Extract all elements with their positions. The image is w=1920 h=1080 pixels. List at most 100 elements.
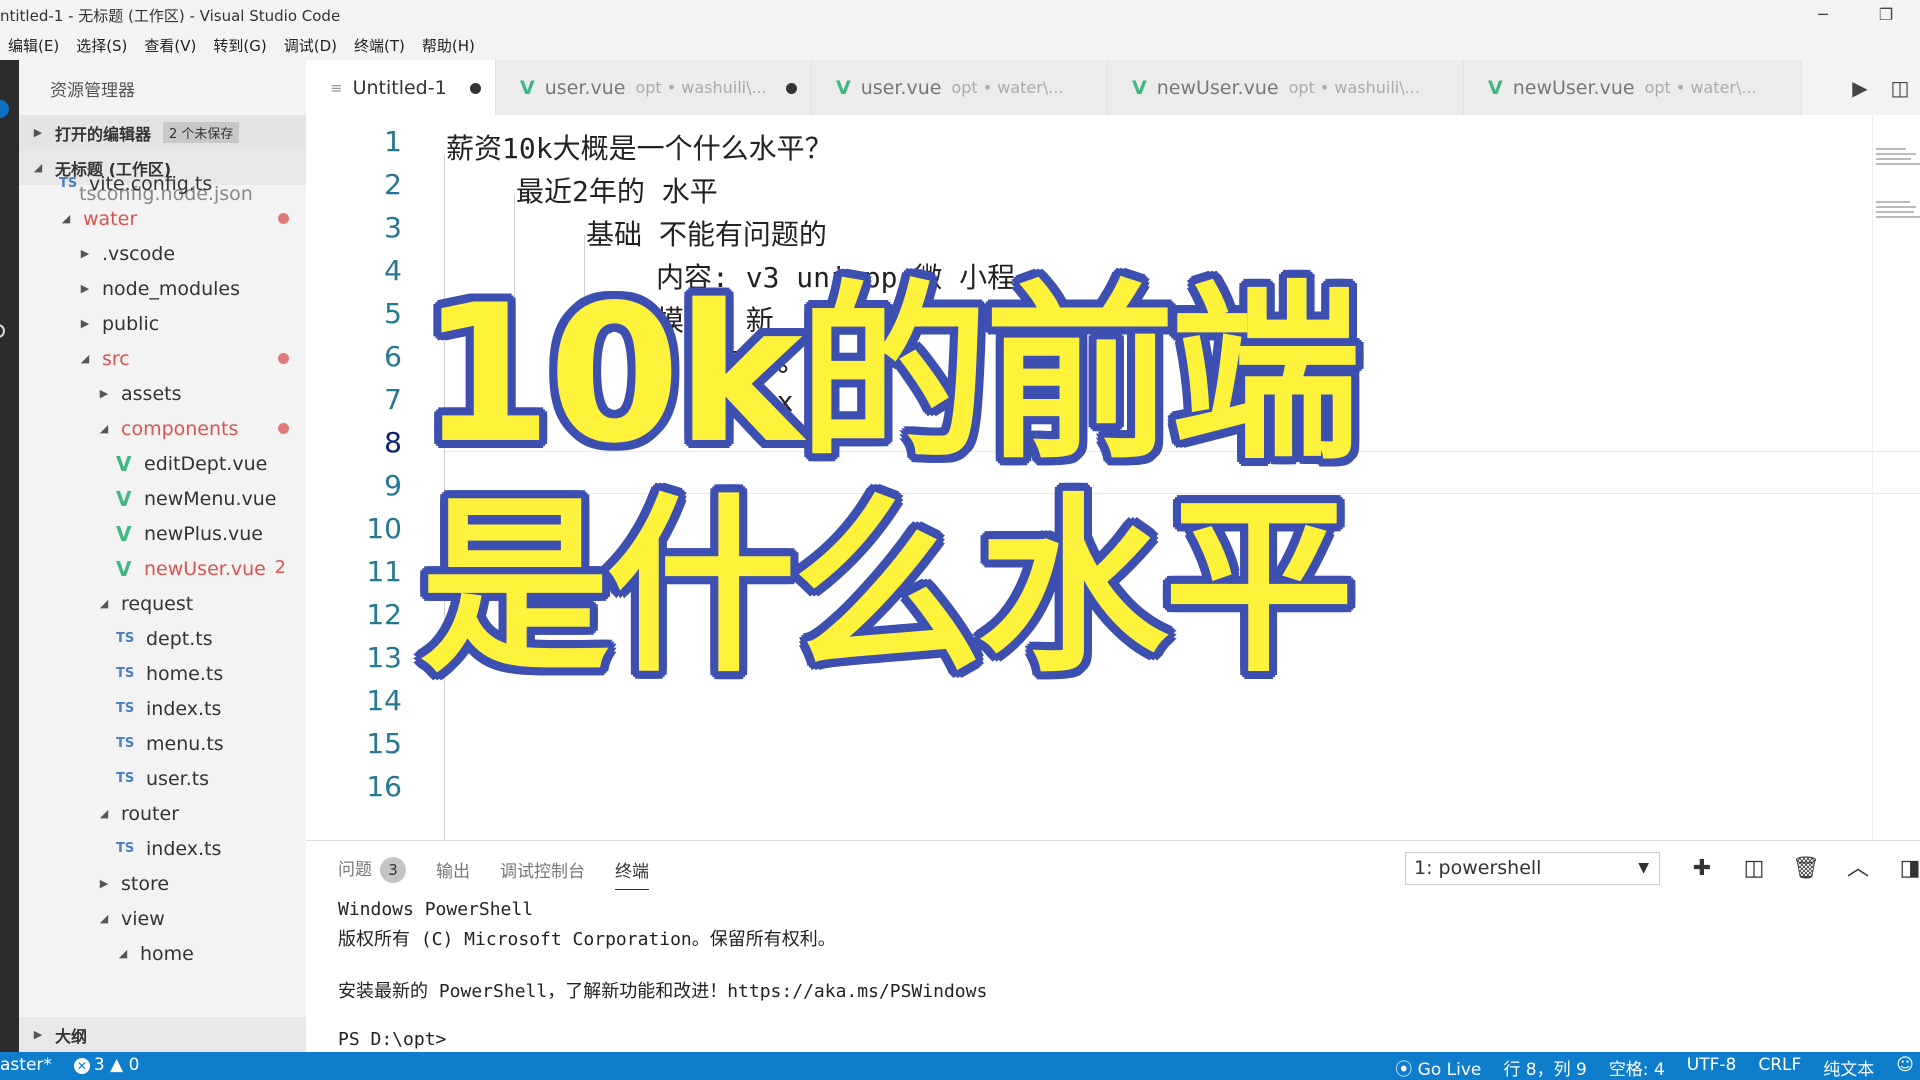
typescript-file-icon: TS <box>116 736 135 751</box>
tree-item[interactable]: TS dept.ts <box>19 621 306 656</box>
modified-dot-icon <box>278 423 289 434</box>
tab-terminal[interactable]: 终端 <box>615 857 649 890</box>
tree-item[interactable]: ◢ src <box>19 341 306 376</box>
warning-icon: ▲ <box>110 1055 129 1075</box>
menu-view[interactable]: 查看(V) <box>144 35 196 56</box>
menu-debug[interactable]: 调试(D) <box>284 35 337 56</box>
language-mode[interactable]: 纯文本 <box>1823 1055 1874 1080</box>
menu-edit[interactable]: 编辑(E) <box>8 35 59 56</box>
tree-item-label: components <box>121 417 239 440</box>
git-branch[interactable]: aster* <box>0 1055 52 1075</box>
window-title: ntitled-1 - 无标题 (工作区) - Visual Studio Co… <box>0 7 341 25</box>
menu-help[interactable]: 帮助(H) <box>422 35 475 56</box>
tree-item[interactable]: TS vite.config.ts <box>19 166 306 201</box>
error-count: 3 <box>93 1055 105 1075</box>
problems-status[interactable]: ✕ 3 ▲ 0 <box>73 1055 139 1075</box>
new-terminal-icon[interactable]: ✚ <box>1676 852 1728 885</box>
editor-tab[interactable]: VnewUser.vue opt • washuili\... <box>1108 60 1464 115</box>
tree-item[interactable]: ◢ router <box>19 796 306 831</box>
line-number: 12 <box>366 598 402 631</box>
bottom-panel: 问题 3 输出 调试控制台 终端 1: powershell ▼ ✚ ◫ 🗑 ︿ … <box>306 840 1920 1052</box>
tree-item[interactable]: TS user.ts <box>19 761 306 796</box>
status-bar: aster* ✕ 3 ▲ 0 ⦿ Go Live 行 8，列 9 空格: 4 UT… <box>0 1052 1920 1080</box>
tree-item[interactable]: ▶ store <box>19 866 306 901</box>
chevron-down-icon: ▼ <box>1638 860 1649 876</box>
feedback-smiley-icon[interactable]: ☺ <box>1896 1055 1914 1080</box>
tree-item[interactable]: ◢ request <box>19 586 306 621</box>
restore-icon[interactable]: ❐ <box>1871 2 1901 28</box>
close-panel-icon[interactable]: ◨ <box>1884 852 1920 885</box>
tree-item[interactable]: ◢ components <box>19 411 306 446</box>
tree-item[interactable]: TS menu.ts <box>19 726 306 761</box>
tree-item[interactable]: ◢ home <box>19 936 306 971</box>
cursor-position[interactable]: 行 8，列 9 <box>1503 1055 1586 1080</box>
panel-tabs: 问题 3 输出 调试控制台 终端 <box>338 855 679 890</box>
tab-label: user.vue <box>860 76 942 99</box>
tree-item[interactable]: ◢ view <box>19 901 306 936</box>
tab-debug-console[interactable]: 调试控制台 <box>500 857 585 882</box>
tree-item[interactable]: VeditDept.vue <box>19 446 306 481</box>
indentation[interactable]: 空格: 4 <box>1609 1055 1665 1080</box>
tree-item-label: node_modules <box>102 277 241 300</box>
split-editor-icon[interactable]: ◫ <box>1880 76 1920 100</box>
explorer-activity-icon[interactable] <box>0 100 9 118</box>
split-terminal-icon[interactable]: ◫ <box>1728 852 1780 885</box>
tab-output[interactable]: 输出 <box>436 857 470 882</box>
tab-path: opt • water\... <box>1644 78 1757 97</box>
tree-item[interactable]: TS index.ts <box>19 691 306 726</box>
tree-item-label: public <box>102 312 160 335</box>
encoding[interactable]: UTF-8 <box>1687 1055 1737 1080</box>
editor-tab[interactable]: VnewUser.vue opt • water\... <box>1464 60 1802 115</box>
tree-item[interactable]: ▶ public <box>19 306 306 341</box>
panel-actions: ✚ ◫ 🗑 ︿ ◨ <box>1676 852 1920 885</box>
line-number: 9 <box>384 469 402 502</box>
line-number: 13 <box>366 641 402 674</box>
unsaved-badge: 2 个未保存 <box>163 122 240 143</box>
editor-tab[interactable]: Vuser.vue opt • washuili\... <box>496 60 812 115</box>
tree-item[interactable]: ◢ water <box>19 201 306 236</box>
chevron-right-icon: ▶ <box>99 387 109 400</box>
line-number: 4 <box>384 254 402 287</box>
tree-item[interactable]: ▶ assets <box>19 376 306 411</box>
tree-item[interactable]: VnewMenu.vue <box>19 481 306 516</box>
tab-label: newUser.vue <box>1156 76 1279 99</box>
run-icon[interactable]: ▶ <box>1840 76 1880 100</box>
open-editors-section[interactable]: ▶ 打开的编辑器 2 个未保存 <box>19 115 306 150</box>
tab-problems[interactable]: 问题 3 <box>338 855 406 883</box>
line-number: 6 <box>384 340 402 373</box>
editor-tab[interactable]: ≡ Untitled-1 <box>306 60 496 115</box>
tree-item[interactable]: VnewUser.vue 2 <box>19 551 306 586</box>
minimap[interactable] <box>1876 145 1920 218</box>
menu-goto[interactable]: 转到(G) <box>213 35 266 56</box>
go-live-button[interactable]: ⦿ Go Live <box>1395 1055 1481 1080</box>
tree-item[interactable]: TS home.ts <box>19 656 306 691</box>
tree-item-label: newUser.vue <box>144 557 266 580</box>
unsaved-dot-icon[interactable] <box>470 83 481 94</box>
menu-selection[interactable]: 选择(S) <box>76 35 127 56</box>
chevron-right-icon: ▶ <box>33 1028 43 1041</box>
tree-item-label: store <box>121 872 170 895</box>
tree-item-label: index.ts <box>146 697 222 720</box>
line-ending[interactable]: CRLF <box>1758 1055 1801 1080</box>
tab-problems-label: 问题 <box>338 860 372 880</box>
trash-icon[interactable]: 🗑 <box>1780 852 1832 885</box>
tree-item[interactable]: ▶ node_modules <box>19 271 306 306</box>
maximize-panel-icon[interactable]: ︿ <box>1832 852 1884 885</box>
chevron-down-icon: ◢ <box>118 947 128 960</box>
vue-file-icon: V <box>520 76 535 99</box>
minimize-icon[interactable]: ─ <box>1808 2 1838 28</box>
menu-terminal[interactable]: 终端(T) <box>354 35 405 56</box>
tree-item[interactable]: TS index.ts <box>19 831 306 866</box>
terminal-select[interactable]: 1: powershell ▼ <box>1405 852 1660 885</box>
chevron-right-icon: ▶ <box>80 282 90 295</box>
tree-item[interactable]: VnewPlus.vue <box>19 516 306 551</box>
unsaved-dot-icon[interactable] <box>786 83 797 94</box>
account-activity-icon[interactable] <box>0 324 5 338</box>
tree-item[interactable]: ▶ .vscode <box>19 236 306 271</box>
tab-path: opt • water\... <box>951 78 1064 97</box>
editor-tab[interactable]: Vuser.vue opt • water\... <box>812 60 1108 115</box>
line-number: 16 <box>366 770 402 803</box>
tree-item-label: .vscode <box>102 242 176 265</box>
broadcast-icon: ⦿ <box>1395 1060 1418 1080</box>
outline-section[interactable]: ▶ 大纲 <box>19 1017 306 1052</box>
